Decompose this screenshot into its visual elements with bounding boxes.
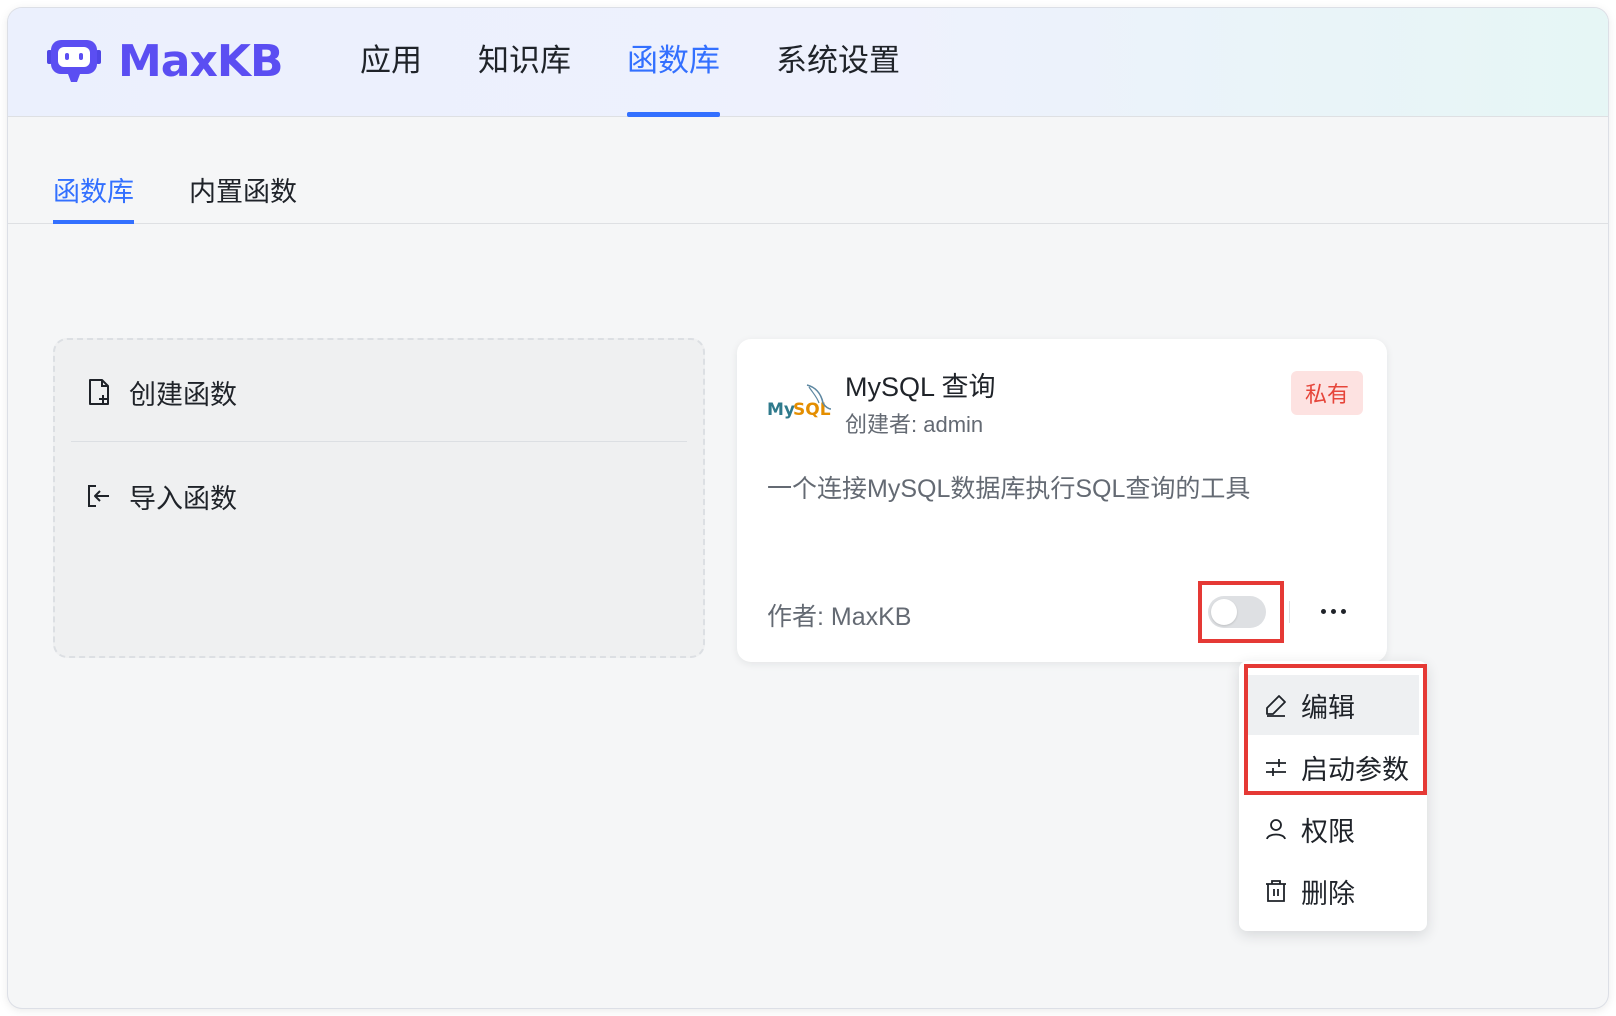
tab-builtin-functions[interactable]: 内置函数 — [189, 170, 297, 224]
create-function-label: 创建函数 — [129, 379, 237, 410]
function-creator: 创建者: admin — [845, 412, 984, 437]
tab-function-library[interactable]: 函数库 — [53, 170, 134, 224]
import-function-label: 导入函数 — [129, 483, 237, 514]
user-icon — [1263, 816, 1289, 842]
svg-text:My: My — [767, 400, 795, 420]
logo[interactable]: MaxKB — [44, 35, 283, 87]
app-window: MaxKB 应用 知识库 函数库 系统设置 函数库 内置函数 创建函数 导入函数… — [8, 8, 1608, 1008]
main-nav: 应用 知识库 函数库 系统设置 — [360, 8, 956, 117]
more-dot — [1330, 608, 1336, 614]
more-dot — [1320, 608, 1326, 614]
more-dot — [1340, 608, 1346, 614]
top-header: MaxKB 应用 知识库 函数库 系统设置 — [8, 8, 1608, 117]
private-badge: 私有 — [1290, 371, 1363, 415]
nav-item-settings[interactable]: 系统设置 — [776, 8, 900, 117]
svg-text:SQL: SQL — [793, 400, 831, 420]
logo-text: MaxKB — [118, 35, 283, 87]
menu-item-permissions[interactable]: 权限 — [1247, 799, 1419, 859]
create-function-card: 创建函数 导入函数 — [53, 338, 705, 658]
sub-tabs: 函数库 内置函数 — [8, 118, 1608, 224]
highlight-box-toggle — [1198, 581, 1284, 643]
file-add-icon — [85, 378, 113, 406]
divider — [1289, 601, 1290, 623]
mysql-logo-icon: My SQL — [767, 384, 832, 420]
robot-logo-icon — [47, 40, 101, 82]
function-title: MySQL 查询 — [845, 372, 996, 402]
nav-item-apps[interactable]: 应用 — [360, 8, 422, 117]
menu-item-label: 删除 — [1301, 878, 1355, 909]
divider — [71, 441, 687, 442]
more-options-button[interactable] — [1313, 593, 1353, 629]
import-icon — [85, 482, 113, 510]
function-author: 作者: MaxKB — [767, 603, 912, 631]
nav-item-knowledge[interactable]: 知识库 — [478, 8, 571, 117]
function-description: 一个连接MySQL数据库执行SQL查询的工具 — [767, 475, 1251, 503]
highlight-box-menu — [1244, 664, 1427, 795]
create-function-button[interactable]: 创建函数 — [71, 342, 687, 442]
menu-item-label: 权限 — [1301, 816, 1355, 847]
menu-item-delete[interactable]: 删除 — [1247, 861, 1419, 921]
trash-icon — [1263, 878, 1289, 904]
import-function-button[interactable]: 导入函数 — [71, 446, 687, 546]
function-card[interactable]: My SQL MySQL 查询 创建者: admin 私有 一个连接MySQL数… — [737, 339, 1387, 662]
nav-item-functions[interactable]: 函数库 — [627, 8, 720, 117]
